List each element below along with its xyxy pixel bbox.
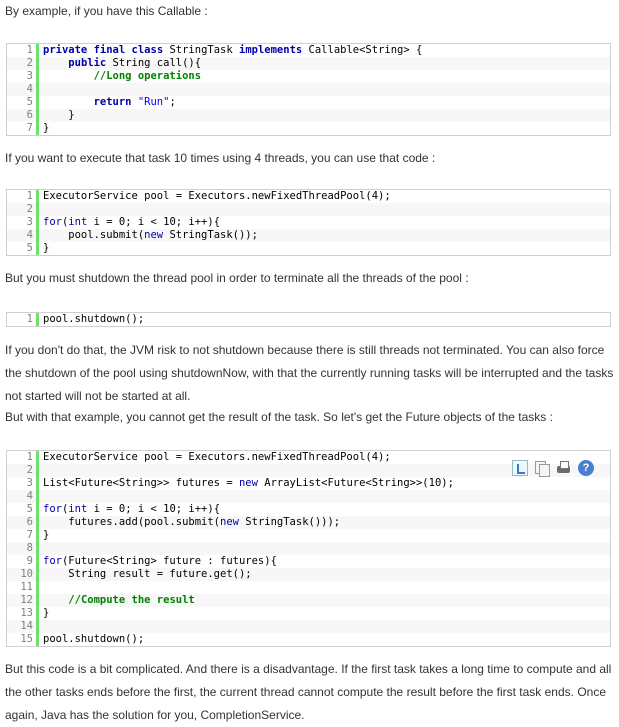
code-text: for(int i = 0; i < 10; i++){ [43,216,221,228]
code-text: pool.shutdown(); [43,633,145,645]
line-number: 5 [7,503,39,516]
code-text: List<Future<String>> futures = new Array… [43,477,454,489]
line-number: 10 [7,568,39,581]
line-number: 7 [7,122,39,135]
code-line: 1 ExecutorService pool = Executors.newFix… [7,190,610,203]
line-number: 3 [7,477,39,490]
line-number: 15 [7,633,39,646]
view-source-icon[interactable] [512,460,528,476]
copy-icon[interactable] [534,460,550,477]
paragraph-execute: If you want to execute that task 10 time… [5,151,436,165]
code-text: } [43,607,50,619]
code-text: String result = future.get(); [43,568,252,580]
code-line: 14 [7,620,610,633]
help-icon[interactable]: ? [578,460,594,476]
line-number: 4 [7,229,39,242]
code-block-executor: 1 ExecutorService pool = Executors.newFix… [6,189,611,256]
code-line: 8 [7,542,610,555]
paragraph-future: But with that example, you cannot get th… [5,410,553,424]
code-block-callable: 1 private final class StringTask implemen… [6,43,611,136]
code-line: 9 for(Future<String> future : futures){ [7,555,610,568]
line-number: 6 [7,516,39,529]
line-number: 8 [7,542,39,555]
line-number: 5 [7,96,39,109]
code-text: for(int i = 0; i < 10; i++){ [43,503,221,515]
code-line: 4 pool.submit(new StringTask()); [7,229,610,242]
line-number: 3 [7,216,39,229]
code-text: ExecutorService pool = Executors.newFixe… [43,451,391,463]
code-line: 3 List<Future<String>> futures = new Arra… [7,477,610,490]
code-line: 13} [7,607,610,620]
code-line: 1 pool.shutdown(); [7,313,610,326]
code-line: 3 for(int i = 0; i < 10; i++){ [7,216,610,229]
code-line: 7} [7,529,610,542]
code-line: 2 public String call(){ [7,57,610,70]
paragraph-intro: By example, if you have this Callable : [5,4,208,18]
code-text: } [43,529,50,541]
code-line: 3 //Long operations [7,70,610,83]
code-text: private final class StringTask implement… [43,44,423,56]
line-number: 1 [7,313,39,326]
code-text: public String call(){ [68,57,202,69]
line-number: 13 [7,607,39,620]
line-number: 3 [7,70,39,83]
code-line: 4 [7,490,610,503]
line-number: 14 [7,620,39,633]
code-line: 15 pool.shutdown(); [7,633,610,646]
code-text: ExecutorService pool = Executors.newFixe… [43,190,391,202]
code-block-shutdown: 1 pool.shutdown(); [6,312,611,327]
line-number: 2 [7,57,39,70]
code-text: } [43,242,50,254]
code-text: return "Run"; [93,96,176,108]
code-line: 5 return "Run"; [7,96,610,109]
code-line: 5} [7,242,610,255]
code-text: futures.add(pool.submit(new StringTask()… [43,516,341,528]
paragraph-shutdown: But you must shutdown the thread pool in… [5,271,469,285]
line-number: 2 [7,203,39,216]
paragraph-shutdown-now: If you don't do that, the JVM risk to no… [5,343,614,403]
line-number: 4 [7,490,39,503]
code-line: 10 String result = future.get(); [7,568,610,581]
code-text: //Compute the result [68,594,195,606]
code-toolbar: ? [512,460,594,477]
paragraph-completion: But this code is a bit complicated. And … [5,662,612,722]
code-text: pool.submit(new StringTask()); [43,229,258,241]
line-number: 1 [7,451,39,464]
code-line: 6 } [7,109,610,122]
code-line: 6 futures.add(pool.submit(new StringTask… [7,516,610,529]
code-line: 1 private final class StringTask implemen… [7,44,610,57]
line-number: 6 [7,109,39,122]
line-number: 1 [7,190,39,203]
code-line: 5 for(int i = 0; i < 10; i++){ [7,503,610,516]
print-icon[interactable] [556,460,572,476]
code-text: //Long operations [93,70,202,82]
code-line: 11 [7,581,610,594]
code-block-futures: 1 ExecutorService pool = Executors.newFix… [6,450,611,647]
line-number: 2 [7,464,39,477]
code-text: for(Future<String> future : futures){ [43,555,277,567]
code-text: } [43,122,50,134]
line-number: 11 [7,581,39,594]
line-number: 7 [7,529,39,542]
code-line: 7} [7,122,610,135]
code-text: } [43,109,75,121]
line-number: 1 [7,44,39,57]
line-number: 4 [7,83,39,96]
line-number: 9 [7,555,39,568]
line-number: 5 [7,242,39,255]
line-number: 12 [7,594,39,607]
code-text: pool.shutdown(); [43,313,145,325]
code-line: 4 [7,83,610,96]
code-line: 12 //Compute the result [7,594,610,607]
code-line: 2 [7,203,610,216]
